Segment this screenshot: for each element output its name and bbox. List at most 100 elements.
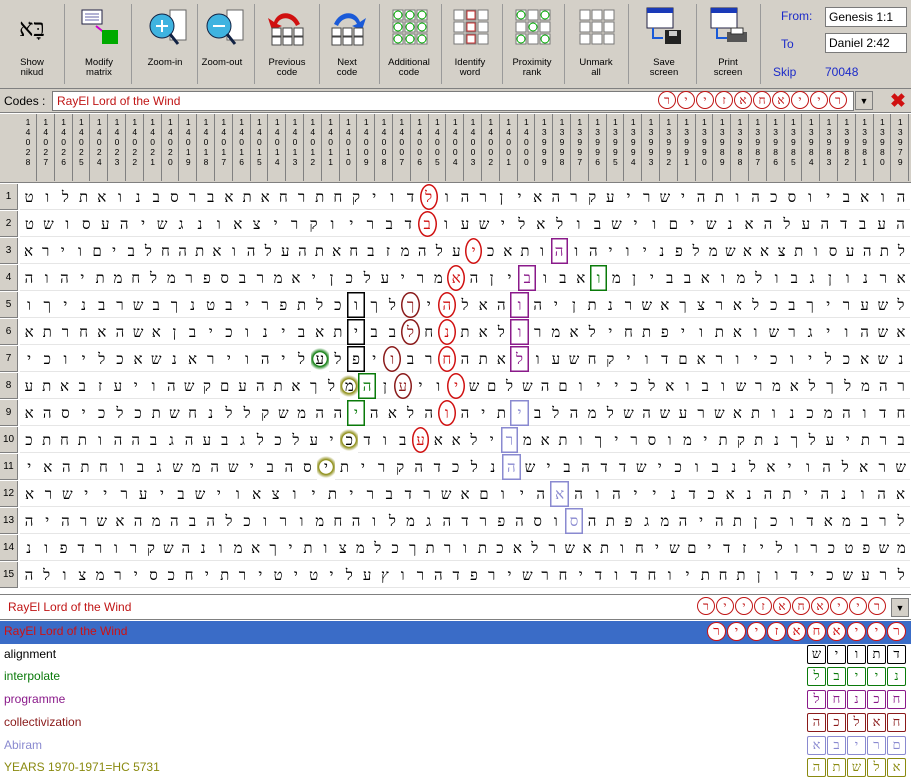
matrix-letter[interactable]: פ	[465, 562, 483, 588]
column-index[interactable]: 1 4 0 2 2	[127, 114, 144, 181]
column-index[interactable]: 1 4 0 1 7	[216, 114, 233, 181]
matrix-letter[interactable]: ל	[770, 535, 787, 561]
matrix-letter[interactable]: ב	[73, 373, 91, 399]
matrix-letter[interactable]: ה	[815, 211, 834, 237]
matrix-letter[interactable]: ר	[501, 427, 519, 453]
matrix-letter[interactable]: ש	[521, 454, 540, 480]
matrix-letter[interactable]: ח	[619, 319, 637, 345]
matrix-letter[interactable]: ב	[220, 292, 238, 318]
matrix-letter[interactable]: ל	[292, 346, 310, 372]
matrix-letter[interactable]: כ	[821, 562, 839, 588]
matrix-letter[interactable]: ן	[492, 184, 510, 210]
matrix-letter[interactable]: ת	[857, 427, 875, 453]
matrix-letter[interactable]: ב	[292, 319, 310, 345]
matrix-letter[interactable]: י	[127, 562, 145, 588]
matrix-letter[interactable]: א	[785, 373, 803, 399]
matrix-letter[interactable]: ר	[202, 346, 220, 372]
matrix-letter[interactable]: י	[539, 454, 558, 480]
matrix-letter[interactable]: ל	[492, 319, 510, 345]
matrix-letter[interactable]: ו	[839, 265, 857, 291]
matrix-letter[interactable]: ה	[429, 562, 447, 588]
term-list-item[interactable]: RayEl Lord of the Wind ר י י ז א ח א י י ר	[0, 621, 911, 644]
matrix-letter[interactable]: ת	[76, 454, 95, 480]
matrix-letter[interactable]: י	[198, 562, 216, 588]
matrix-letter[interactable]: ה	[38, 400, 56, 426]
matrix-letter[interactable]: פ	[274, 292, 292, 318]
matrix-letter[interactable]: ל	[358, 265, 376, 291]
matrix-letter[interactable]: ש	[565, 346, 583, 372]
matrix-letter[interactable]: י	[323, 562, 341, 588]
matrix-letter[interactable]: ו	[688, 454, 707, 480]
matrix-letter[interactable]: י	[648, 535, 665, 561]
matrix-letter[interactable]: ו	[456, 535, 473, 561]
matrix-letter[interactable]: ת	[421, 535, 438, 561]
matrix-letter[interactable]: י	[347, 319, 365, 345]
matrix-letter[interactable]: ע	[796, 211, 815, 237]
matrix-letter[interactable]: ה	[127, 427, 145, 453]
matrix-letter[interactable]: ש	[129, 292, 147, 318]
column-index[interactable]: 1 3 9 9 0	[696, 114, 714, 181]
matrix-letter[interactable]: ה	[165, 508, 183, 534]
matrix-letter[interactable]: ת	[38, 427, 56, 453]
row-number[interactable]: 11	[0, 454, 18, 480]
matrix-letter[interactable]: ע	[198, 427, 216, 453]
matrix-letter[interactable]: ר	[783, 319, 801, 345]
matrix-letter[interactable]: ג	[638, 508, 656, 534]
matrix-letter[interactable]: ט	[20, 184, 38, 210]
matrix-letter[interactable]: ל	[839, 373, 857, 399]
matrix-letter[interactable]: ס	[529, 508, 547, 534]
matrix-letter[interactable]: ם	[483, 373, 501, 399]
row-number[interactable]: 2	[0, 211, 18, 237]
matrix-letter[interactable]: ו	[107, 535, 124, 561]
matrix-letter[interactable]: ו	[113, 454, 132, 480]
matrix-letter[interactable]: צ	[692, 292, 710, 318]
matrix-letter[interactable]: ת	[216, 562, 234, 588]
matrix-letter[interactable]: מ	[109, 265, 127, 291]
matrix-letter[interactable]: א	[565, 319, 583, 345]
matrix-letter[interactable]: ש	[702, 211, 721, 237]
column-index[interactable]: 1 4 0 0 1	[501, 114, 518, 181]
matrix-letter[interactable]: ו	[56, 562, 74, 588]
matrix-letter[interactable]: א	[661, 373, 679, 399]
matrix-letter[interactable]: נ	[190, 211, 209, 237]
matrix-letter[interactable]: ך	[401, 292, 419, 318]
matrix-letter[interactable]: י	[305, 265, 323, 291]
matrix-letter[interactable]: ל	[401, 400, 419, 426]
matrix-letter[interactable]: ע	[109, 373, 127, 399]
column-index[interactable]: 1 3 9 9 7	[572, 114, 589, 181]
matrix-letter[interactable]: ע	[277, 238, 294, 264]
matrix-letter[interactable]: ל	[803, 373, 821, 399]
matrix-letter[interactable]: ת	[790, 238, 807, 264]
matrix-letter[interactable]: ש	[666, 535, 683, 561]
matrix-letter[interactable]: ת	[147, 400, 165, 426]
matrix-letter[interactable]: ב	[518, 265, 536, 291]
matrix-letter[interactable]: ר	[625, 427, 643, 453]
row-number[interactable]: 10	[0, 427, 18, 453]
column-index[interactable]: 1 4 0 2 5	[73, 114, 91, 181]
matrix-letter[interactable]: ש	[274, 400, 292, 426]
matrix-letter[interactable]: ר	[692, 400, 710, 426]
matrix-letter[interactable]: י	[287, 562, 305, 588]
matrix-letter[interactable]: נ	[601, 292, 619, 318]
matrix-letter[interactable]: ב	[679, 265, 697, 291]
matrix-letter[interactable]: ב	[892, 427, 910, 453]
matrix-letter[interactable]: נ	[484, 454, 503, 480]
matrix-letter[interactable]: ה	[438, 292, 456, 318]
matrix-letter[interactable]: כ	[765, 508, 783, 534]
column-index[interactable]: 1 3 9 8 3	[821, 114, 838, 181]
matrix-letter[interactable]: ו	[856, 400, 874, 426]
matrix-letter[interactable]: א	[247, 535, 264, 561]
matrix-letter[interactable]: ק	[601, 346, 619, 372]
matrix-letter[interactable]: ת	[732, 562, 750, 588]
matrix-letter[interactable]: א	[111, 508, 129, 534]
matrix-letter[interactable]: ל	[383, 292, 401, 318]
column-index[interactable]: 1 4 0 0 5	[429, 114, 447, 181]
column-index[interactable]: 1 3 9 8 9	[714, 114, 732, 181]
matrix-letter[interactable]: ם	[474, 481, 493, 507]
matrix-letter[interactable]: פ	[347, 346, 365, 372]
unmark-all-button[interactable]: Unmark all	[567, 2, 625, 86]
matrix-letter[interactable]: ר	[873, 454, 892, 480]
matrix-letter[interactable]: מ	[837, 508, 855, 534]
matrix-letter[interactable]: י	[323, 427, 341, 453]
column-index[interactable]: 1 4 0 1 2	[305, 114, 322, 181]
